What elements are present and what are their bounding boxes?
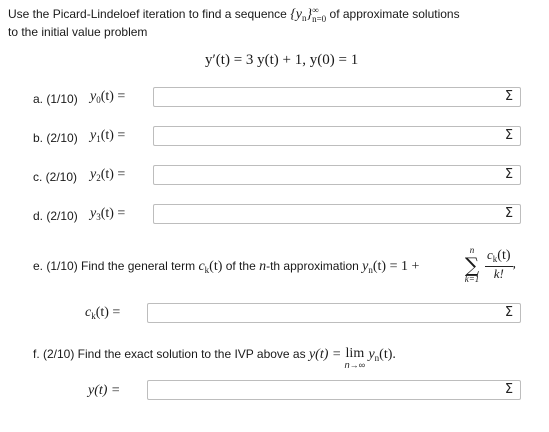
part-a-lhs: y0(t) = <box>90 89 126 105</box>
summation-fraction: ck(t) k! , <box>485 247 516 281</box>
part-a-label: a. (1/10) <box>33 92 78 106</box>
part-f-prompt: f. (2/10) Find the exact solution to the… <box>33 346 396 370</box>
summation-symbol: n ∑ k=1 <box>464 245 480 284</box>
part-b-lhs: y1(t) = <box>90 128 126 144</box>
part-f-lhs: y(t) = <box>88 383 121 398</box>
part-e-answer-input[interactable] <box>147 303 521 323</box>
part-b-answer-input[interactable] <box>153 126 521 146</box>
sigma-icon[interactable]: Σ <box>502 90 516 104</box>
part-c-label: c. (2/10) <box>33 170 78 184</box>
intro-text-end: of approximate solutions <box>329 7 460 22</box>
part-a-answer-input[interactable] <box>153 87 521 107</box>
part-d-lhs: y3(t) = <box>90 206 126 222</box>
ode-equation: y′(t) = 3 y(t) + 1, y(0) = 1 <box>205 52 359 68</box>
intro-line-1: Use the Picard-Lindeloef iteration to fi… <box>8 6 460 24</box>
intro-line-2: to the initial value problem <box>8 25 148 39</box>
part-c-answer-input[interactable] <box>153 165 521 185</box>
intro-text: Use the Picard-Lindeloef iteration to fi… <box>8 7 287 22</box>
sequence-notation: {yn} ∞ n=0 <box>290 5 327 24</box>
part-c-lhs: y2(t) = <box>90 167 126 183</box>
part-d-answer-input[interactable] <box>153 204 521 224</box>
sigma-icon[interactable]: Σ <box>502 207 516 221</box>
part-e-prompt: e. (1/10) Find the general term ck(t) of… <box>33 259 420 275</box>
part-e-lhs: ck(t) = <box>85 305 121 321</box>
sigma-icon[interactable]: Σ <box>502 168 516 182</box>
sigma-icon[interactable]: Σ <box>502 306 516 320</box>
sigma-icon[interactable]: Σ <box>502 129 516 143</box>
part-d-label: d. (2/10) <box>33 209 78 223</box>
part-f-answer-input[interactable] <box>147 380 521 400</box>
sigma-icon[interactable]: Σ <box>502 383 516 397</box>
part-b-label: b. (2/10) <box>33 131 78 145</box>
